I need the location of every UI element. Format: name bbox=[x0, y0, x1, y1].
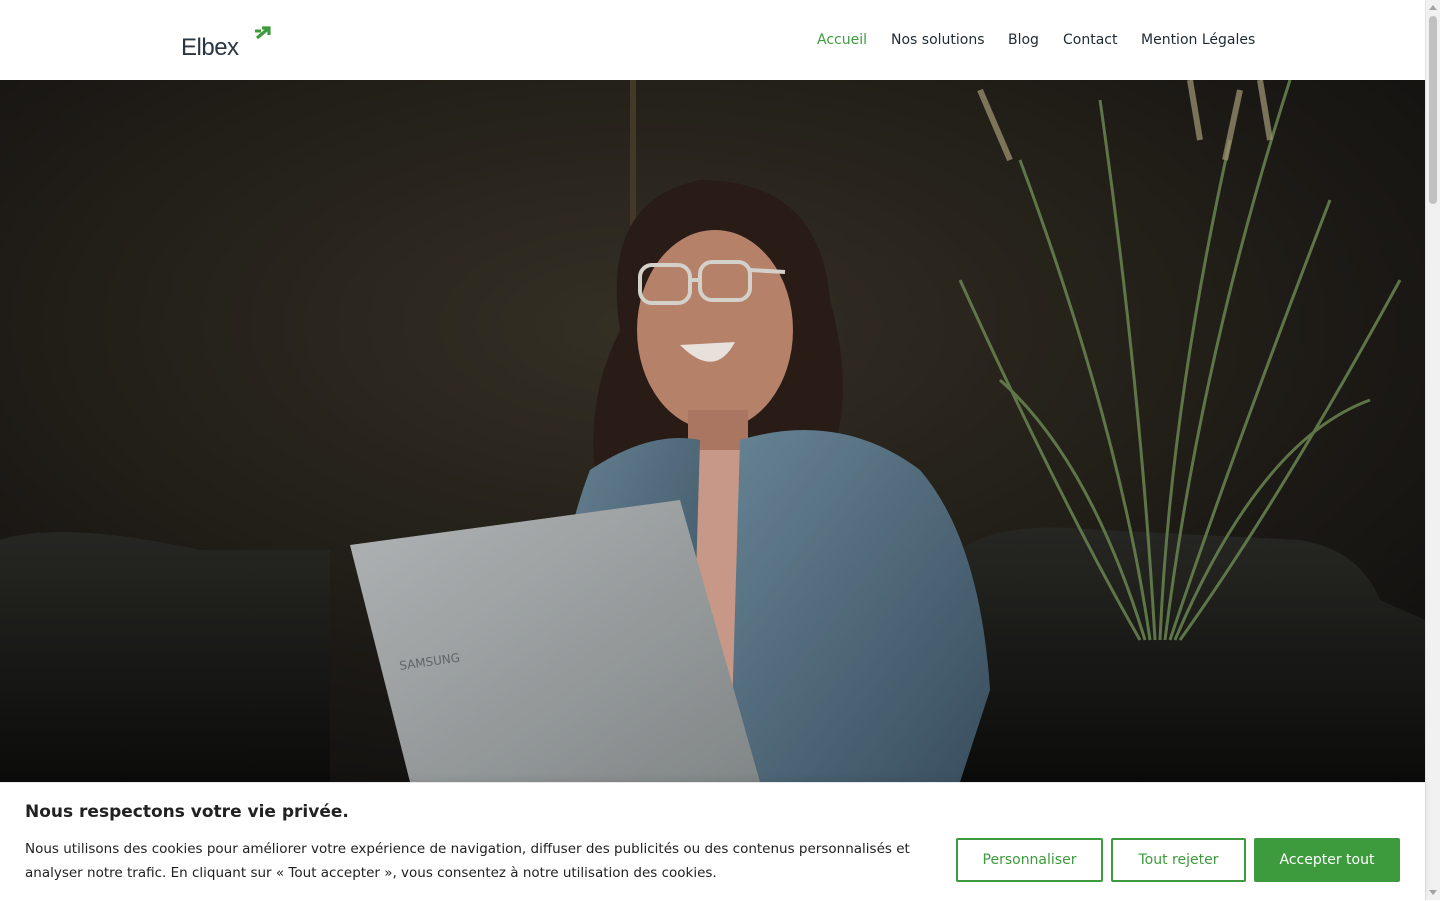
cookie-banner-text: Nous utilisons des cookies pour améliore… bbox=[25, 841, 910, 881]
reject-all-button[interactable]: Tout rejeter bbox=[1111, 838, 1246, 882]
nav-item-nos-solutions[interactable]: Nos solutions bbox=[891, 31, 985, 49]
site-header: Elbex Accueil Nos solutions Blog Contact… bbox=[0, 0, 1425, 80]
nav-item-contact[interactable]: Contact bbox=[1063, 31, 1117, 49]
scroll-down-arrow-icon[interactable] bbox=[1429, 890, 1437, 895]
nav-item-blog[interactable]: Blog bbox=[1008, 31, 1039, 49]
accept-all-button[interactable]: Accepter tout bbox=[1254, 838, 1400, 882]
scroll-up-arrow-icon[interactable] bbox=[1429, 5, 1437, 10]
main-nav: Accueil Nos solutions Blog Contact Menti… bbox=[0, 31, 1425, 51]
page-scrollbar[interactable] bbox=[1425, 0, 1440, 900]
hero-image: SAMSUNG bbox=[0, 80, 1425, 782]
customize-button[interactable]: Personnaliser bbox=[956, 838, 1103, 882]
cookie-banner-title: Nous respectons votre vie privée. bbox=[25, 802, 349, 822]
nav-item-accueil[interactable]: Accueil bbox=[817, 31, 867, 49]
cookie-banner: Nous respectons votre vie privée. Nous u… bbox=[0, 782, 1425, 901]
nav-item-mention-legales[interactable]: Mention Légales bbox=[1141, 31, 1255, 49]
scrollbar-thumb[interactable] bbox=[1429, 16, 1437, 204]
